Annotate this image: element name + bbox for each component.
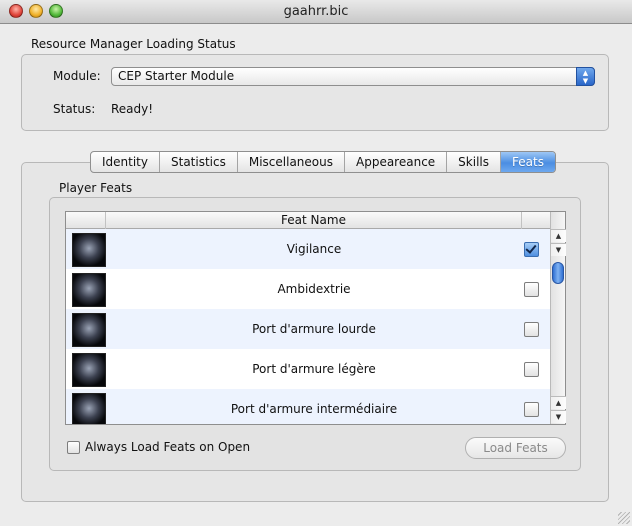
feat-checkbox[interactable]	[524, 242, 539, 257]
scroll-up-arrow-icon[interactable]: ▲	[551, 229, 566, 242]
player-feats-group-title: Player Feats	[59, 181, 133, 195]
icon-column-header[interactable]	[66, 212, 106, 229]
tab-miscellaneous[interactable]: Miscellaneous	[238, 152, 345, 172]
tab-feats[interactable]: Feats	[501, 152, 555, 172]
feat-checkbox[interactable]	[524, 402, 539, 417]
title-bar: gaahrr.bic	[0, 0, 632, 24]
scroll-down-arrow-icon[interactable]: ▼	[551, 410, 566, 423]
heavy-armor-feat-icon	[72, 313, 106, 347]
ambidextrie-feat-icon	[72, 273, 106, 307]
resource-manager-group-title: Resource Manager Loading Status	[31, 37, 236, 51]
feat-name: Port d'armure intermédiaire	[230, 402, 398, 416]
feat-name: Ambidextrie	[277, 282, 351, 296]
feats-rows: Vigilance Ambidextrie Port d'armure lour…	[66, 229, 550, 424]
tab-skills[interactable]: Skills	[447, 152, 501, 172]
feat-checkbox[interactable]	[524, 362, 539, 377]
feat-name: Port d'armure lourde	[252, 322, 376, 336]
scroll-down-arrow-icon[interactable]: ▼	[551, 243, 566, 256]
resource-manager-group: Module: Status: Ready!	[21, 54, 609, 131]
scroll-thumb[interactable]	[552, 262, 564, 284]
table-row[interactable]: Port d'armure intermédiaire	[66, 389, 550, 424]
window-title: gaahrr.bic	[283, 4, 349, 19]
vertical-scrollbar[interactable]: ▲ ▼ ▲ ▼	[550, 212, 566, 424]
tab-identity[interactable]: Identity	[91, 152, 160, 172]
scroll-up-arrow-icon[interactable]: ▲	[551, 396, 566, 409]
tab-statistics[interactable]: Statistics	[160, 152, 238, 172]
always-load-label[interactable]: Always Load Feats on Open	[85, 440, 250, 454]
module-popup[interactable]: CEP Starter Module ▲ ▼	[111, 67, 595, 86]
medium-armor-feat-icon	[72, 393, 106, 424]
table-row[interactable]: Port d'armure lourde	[66, 309, 550, 349]
resize-grip-icon[interactable]	[618, 512, 630, 524]
feats-table: Feat Name Vigilance Ambidextrie Port d'a…	[65, 211, 566, 425]
table-header: Feat Name	[66, 212, 550, 229]
feat-name-column-header[interactable]: Feat Name	[106, 212, 522, 229]
tab-bar: Identity Statistics Miscellaneous Appear…	[90, 151, 556, 173]
table-row[interactable]: Vigilance	[66, 229, 550, 269]
light-armor-feat-icon	[72, 353, 106, 387]
tab-appeareance[interactable]: Appeareance	[345, 152, 448, 172]
feat-checkbox[interactable]	[524, 322, 539, 337]
status-label: Status:	[53, 102, 96, 116]
table-row[interactable]: Port d'armure légère	[66, 349, 550, 389]
always-load-checkbox[interactable]	[67, 441, 80, 454]
feat-checkbox[interactable]	[524, 282, 539, 297]
checkbox-column-header[interactable]	[522, 212, 550, 229]
vigilance-feat-icon	[72, 233, 106, 267]
status-value: Ready!	[111, 102, 154, 116]
module-popup-value: CEP Starter Module	[118, 69, 235, 83]
module-label: Module:	[53, 69, 101, 83]
feat-name: Vigilance	[286, 242, 342, 256]
table-row[interactable]: Ambidextrie	[66, 269, 550, 309]
popup-updown-icon: ▲ ▼	[576, 67, 595, 86]
feat-name: Port d'armure légère	[252, 362, 376, 376]
load-feats-button[interactable]: Load Feats	[465, 437, 566, 459]
